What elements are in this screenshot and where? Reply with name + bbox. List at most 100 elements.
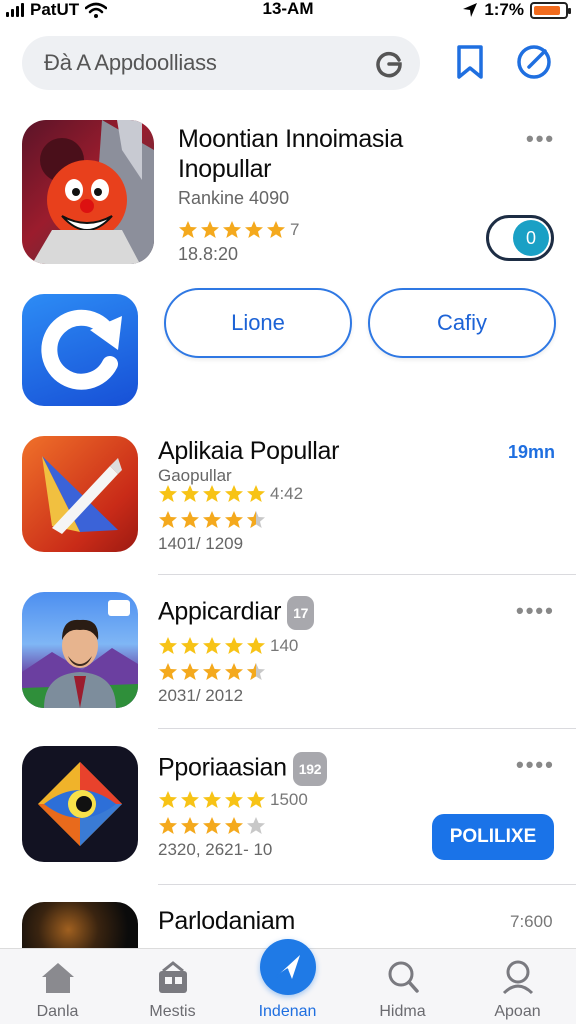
star-icon: [203, 511, 221, 528]
rating-stars: 1500: [158, 790, 308, 810]
search-placeholder: Đà A Appdoolliass: [44, 50, 217, 75]
star-icon: [181, 791, 199, 808]
more-options-icon[interactable]: ••••: [516, 752, 555, 778]
app-time: 7:600: [510, 912, 553, 931]
rating-stars: 140: [158, 636, 298, 656]
star-icon: [225, 485, 243, 502]
star-icon: [159, 485, 177, 502]
eye-app-icon[interactable]: [22, 746, 138, 862]
star-icon: [203, 637, 221, 654]
divider: [158, 728, 576, 729]
tab-bar: Danla Mestis Indenan Hidma Apoan: [0, 939, 576, 1024]
tab-label: Hidma: [379, 1003, 426, 1020]
star-icon: [203, 791, 221, 808]
rating-number: 7: [290, 220, 300, 239]
featured-title: Moontian Innoimasia Inopullar: [178, 124, 478, 184]
featured-title-line2: Inopullar: [178, 155, 272, 183]
star-icon: [225, 817, 243, 834]
app-title-text: Pporiaasian: [158, 753, 287, 782]
star-icon: [203, 663, 221, 680]
tab-danla[interactable]: Danla: [0, 949, 115, 1024]
app-stats: 2320, 2621- 10: [158, 840, 273, 859]
star-icon: [247, 791, 265, 808]
more-options-icon[interactable]: •••: [526, 126, 555, 152]
app-stats: 2031/ 2012: [158, 686, 244, 705]
tab-label: Mestis: [149, 1003, 196, 1020]
rating-number: 4:42: [270, 484, 304, 503]
app-title: Pporiaasian 192: [158, 752, 328, 786]
dark-app-icon[interactable]: [22, 902, 138, 948]
star-icon: [181, 485, 199, 502]
lione-button[interactable]: Lione: [164, 288, 352, 358]
divider: [158, 884, 576, 885]
search-icon: [388, 961, 419, 993]
featured-ranking: Rankine 4090: [178, 188, 290, 208]
star-icon: [247, 485, 265, 502]
star-icon: [225, 637, 243, 654]
rating-stars-secondary: [158, 662, 266, 682]
compose-icon[interactable]: [514, 42, 554, 82]
divider: [158, 574, 576, 575]
star-icon: [203, 817, 221, 834]
app-subtitle: Gaopullar: [158, 466, 232, 485]
star-icon: [203, 485, 221, 502]
star-icon: [181, 817, 199, 834]
star-icon: [179, 221, 197, 238]
star-icon: [247, 637, 265, 654]
tab-hidma[interactable]: Hidma: [345, 949, 460, 1024]
tab-label: Apoan: [494, 1003, 541, 1020]
battery-percent: 1:7%: [484, 0, 524, 19]
search-input[interactable]: Đà A Appdoolliass: [22, 36, 420, 90]
rating-number: 140: [270, 636, 299, 655]
star-empty-icon: [247, 817, 265, 834]
app-title-text: Appicardiar: [158, 597, 282, 626]
featured-toggle[interactable]: 0: [486, 215, 554, 261]
rating-stars-secondary: [158, 510, 266, 530]
app-stats: 1401/ 1209: [158, 534, 244, 553]
count-badge: 17: [287, 596, 315, 630]
star-icon: [181, 511, 199, 528]
star-half-icon: [247, 663, 265, 680]
app-time: 19mn: [508, 442, 556, 462]
avatar-app-icon[interactable]: [22, 592, 138, 708]
featured-stats: 18.8:20: [178, 244, 239, 264]
location-icon: [463, 3, 478, 17]
star-icon: [225, 511, 243, 528]
star-icon: [223, 221, 241, 238]
toggle-knob: 0: [513, 220, 549, 256]
star-icon: [245, 221, 263, 238]
battery-icon: [530, 1, 571, 19]
star-icon: [159, 637, 177, 654]
google-g-icon[interactable]: [374, 48, 404, 78]
app-title: Appicardiar 17: [158, 596, 315, 630]
clown-app-icon[interactable]: [22, 120, 154, 264]
home-icon: [42, 963, 74, 993]
rating-stars-secondary: [158, 816, 266, 836]
star-icon: [159, 817, 177, 834]
rating-stars: 4:42: [158, 484, 303, 504]
star-icon: [201, 221, 219, 238]
star-icon: [159, 791, 177, 808]
pen-app-icon[interactable]: [22, 436, 138, 552]
star-icon: [225, 663, 243, 680]
featured-title-line1: Moontian Innoimasia: [178, 125, 403, 153]
app-title: Aplikaia Popullar: [158, 437, 340, 465]
star-icon: [159, 663, 177, 680]
profile-search-icon: [502, 960, 534, 995]
bookmark-icon[interactable]: [450, 42, 490, 82]
star-icon: [225, 791, 243, 808]
star-icon: [267, 221, 285, 238]
status-bar: PatUT 13-AM 1:7%: [0, 0, 576, 20]
tab-label: Danla: [36, 1003, 79, 1020]
tab-apoan[interactable]: Apoan: [460, 949, 575, 1024]
app-title: Parlodaniam: [158, 907, 296, 935]
tab-mestis[interactable]: Mestis: [115, 949, 230, 1024]
sync-app-icon[interactable]: [22, 294, 138, 406]
star-icon: [181, 663, 199, 680]
more-options-icon[interactable]: ••••: [516, 598, 555, 624]
cafiy-button[interactable]: Cafiy: [368, 288, 556, 358]
store-icon: [159, 961, 187, 993]
paper-plane-icon[interactable]: [260, 939, 316, 995]
star-icon: [159, 511, 177, 528]
popular-button[interactable]: POLILIXE: [432, 814, 554, 860]
